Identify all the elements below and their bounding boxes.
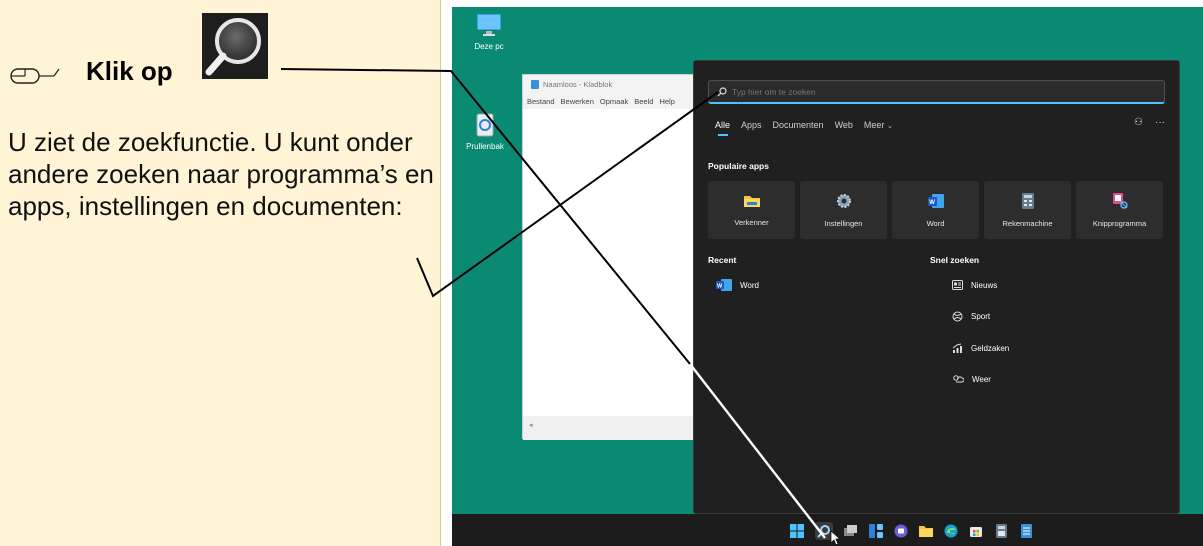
calculator-icon[interactable] [994,524,1008,538]
search-icon[interactable] [815,522,833,540]
store-icon[interactable] [969,524,983,538]
description-text: U ziet de zoekfunctie. U kunt onder ande… [8,127,434,221]
tab-meer[interactable]: Meer ⌄ [864,120,893,130]
desktop-icon-recycle-bin[interactable]: Prullenbak [455,111,515,151]
taskbar-icons [790,522,1033,540]
app-label: Rekenmachine [1002,218,1053,228]
quick-item-label: Sport [971,312,991,321]
magnifier-icon [205,18,261,76]
app-label: Knipprogramma [1092,219,1147,228]
task-view-icon[interactable] [844,524,858,538]
more-options-icon[interactable]: ··· [1155,117,1165,128]
edge-icon[interactable] [944,524,958,538]
tab-web[interactable]: Web [835,120,853,130]
search-box[interactable] [708,80,1165,104]
file-explorer-icon[interactable] [919,524,933,538]
quick-item-label: Geldzaken [971,344,1010,353]
quick-item-label: Weer [972,375,991,384]
app-tile-knipprogramma[interactable]: Knipprogramma [1076,181,1163,239]
snipping-tool-icon [1112,193,1128,209]
quick-search-title: Snel zoeken [930,255,980,265]
windows-desktop: Deze pc Prullenbak Naamloos - Kladblok B… [452,7,1203,546]
recycle-bin-icon [476,113,494,137]
notepad-title: Naamloos - Kladblok [543,80,613,89]
popular-apps-title: Populaire apps [708,161,769,171]
sport-icon [952,311,963,322]
app-tile-instellingen[interactable]: Instellingen [800,181,887,239]
menu-beeld[interactable]: Beeld [634,97,653,106]
scroll-left-icon[interactable]: ◂ [529,421,533,429]
tab-apps[interactable]: Apps [741,120,762,130]
finance-icon [952,343,962,353]
notepad-icon[interactable] [1019,524,1033,538]
weather-icon [953,375,964,383]
mouse-click-icon [10,68,60,84]
app-label: Verkenner [734,218,769,227]
quick-item-label: Nieuws [971,280,998,290]
step-action-text: Klik op [86,56,173,86]
menu-opmaak[interactable]: Opmaak [600,97,628,106]
app-tile-rekenmachine[interactable]: Rekenmachine [984,181,1071,239]
app-tile-verkenner[interactable]: Verkenner [708,181,795,239]
news-icon [952,280,963,290]
quick-item-nieuws[interactable]: Nieuws [952,280,997,290]
recent-title: Recent [708,255,737,265]
search-panel: Alle Apps Documenten Web Meer ⌄ ⚇ ··· Po… [693,60,1180,514]
menu-bewerken[interactable]: Bewerken [561,97,594,106]
taskbar [452,514,1203,546]
chat-icon[interactable] [894,524,908,538]
search-icon [717,86,727,96]
windows-start-icon[interactable] [790,524,804,538]
notepad-title-bar: Naamloos - Kladblok [531,80,612,89]
desktop-icon-label: Deze pc [474,42,504,51]
notepad-icon [531,80,539,89]
svg-text:W: W [717,284,723,290]
search-button-image [202,13,268,79]
monitor-icon [477,14,501,36]
folder-icon [743,196,760,207]
quick-item-sport[interactable]: Sport [952,311,990,322]
notepad-menu-bar: Bestand Bewerken Opmaak Beeld Help [527,97,675,106]
app-tile-word[interactable]: W Word [892,181,979,239]
search-input[interactable] [732,86,1132,97]
svg-text:W: W [929,200,935,206]
recent-item-word[interactable]: W Word [716,279,759,291]
panel-divider [440,0,441,546]
account-icon[interactable]: ⚇ [1134,117,1143,128]
widgets-icon[interactable] [869,524,883,538]
word-icon: W [716,279,732,291]
desktop-icon-label: Prullenbak [466,142,504,151]
menu-help[interactable]: Help [659,97,674,106]
gear-icon [836,193,851,208]
recent-item-label: Word [740,280,759,290]
chevron-down-icon: ⌄ [886,123,893,130]
panel-tools: ⚇ ··· [1134,117,1165,128]
app-label: Word [926,218,945,228]
tab-alle[interactable]: Alle [715,120,730,136]
desktop-icon-this-pc[interactable]: Deze pc [459,13,519,51]
calculator-icon [1021,192,1034,209]
word-icon: W [927,193,944,208]
instruction-panel [0,0,440,546]
menu-bestand[interactable]: Bestand [527,97,555,106]
tab-documenten[interactable]: Documenten [773,120,824,130]
filter-tabs: Alle Apps Documenten Web Meer ⌄ [715,120,893,136]
tab-meer-label: Meer [863,120,885,130]
quick-item-weer[interactable]: Weer [952,374,991,385]
quick-item-geldzaken[interactable]: Geldzaken [952,343,1009,354]
popular-apps-row: Verkenner Instellingen W Word Rekenmachi… [708,181,1163,239]
app-label: Instellingen [824,218,863,228]
